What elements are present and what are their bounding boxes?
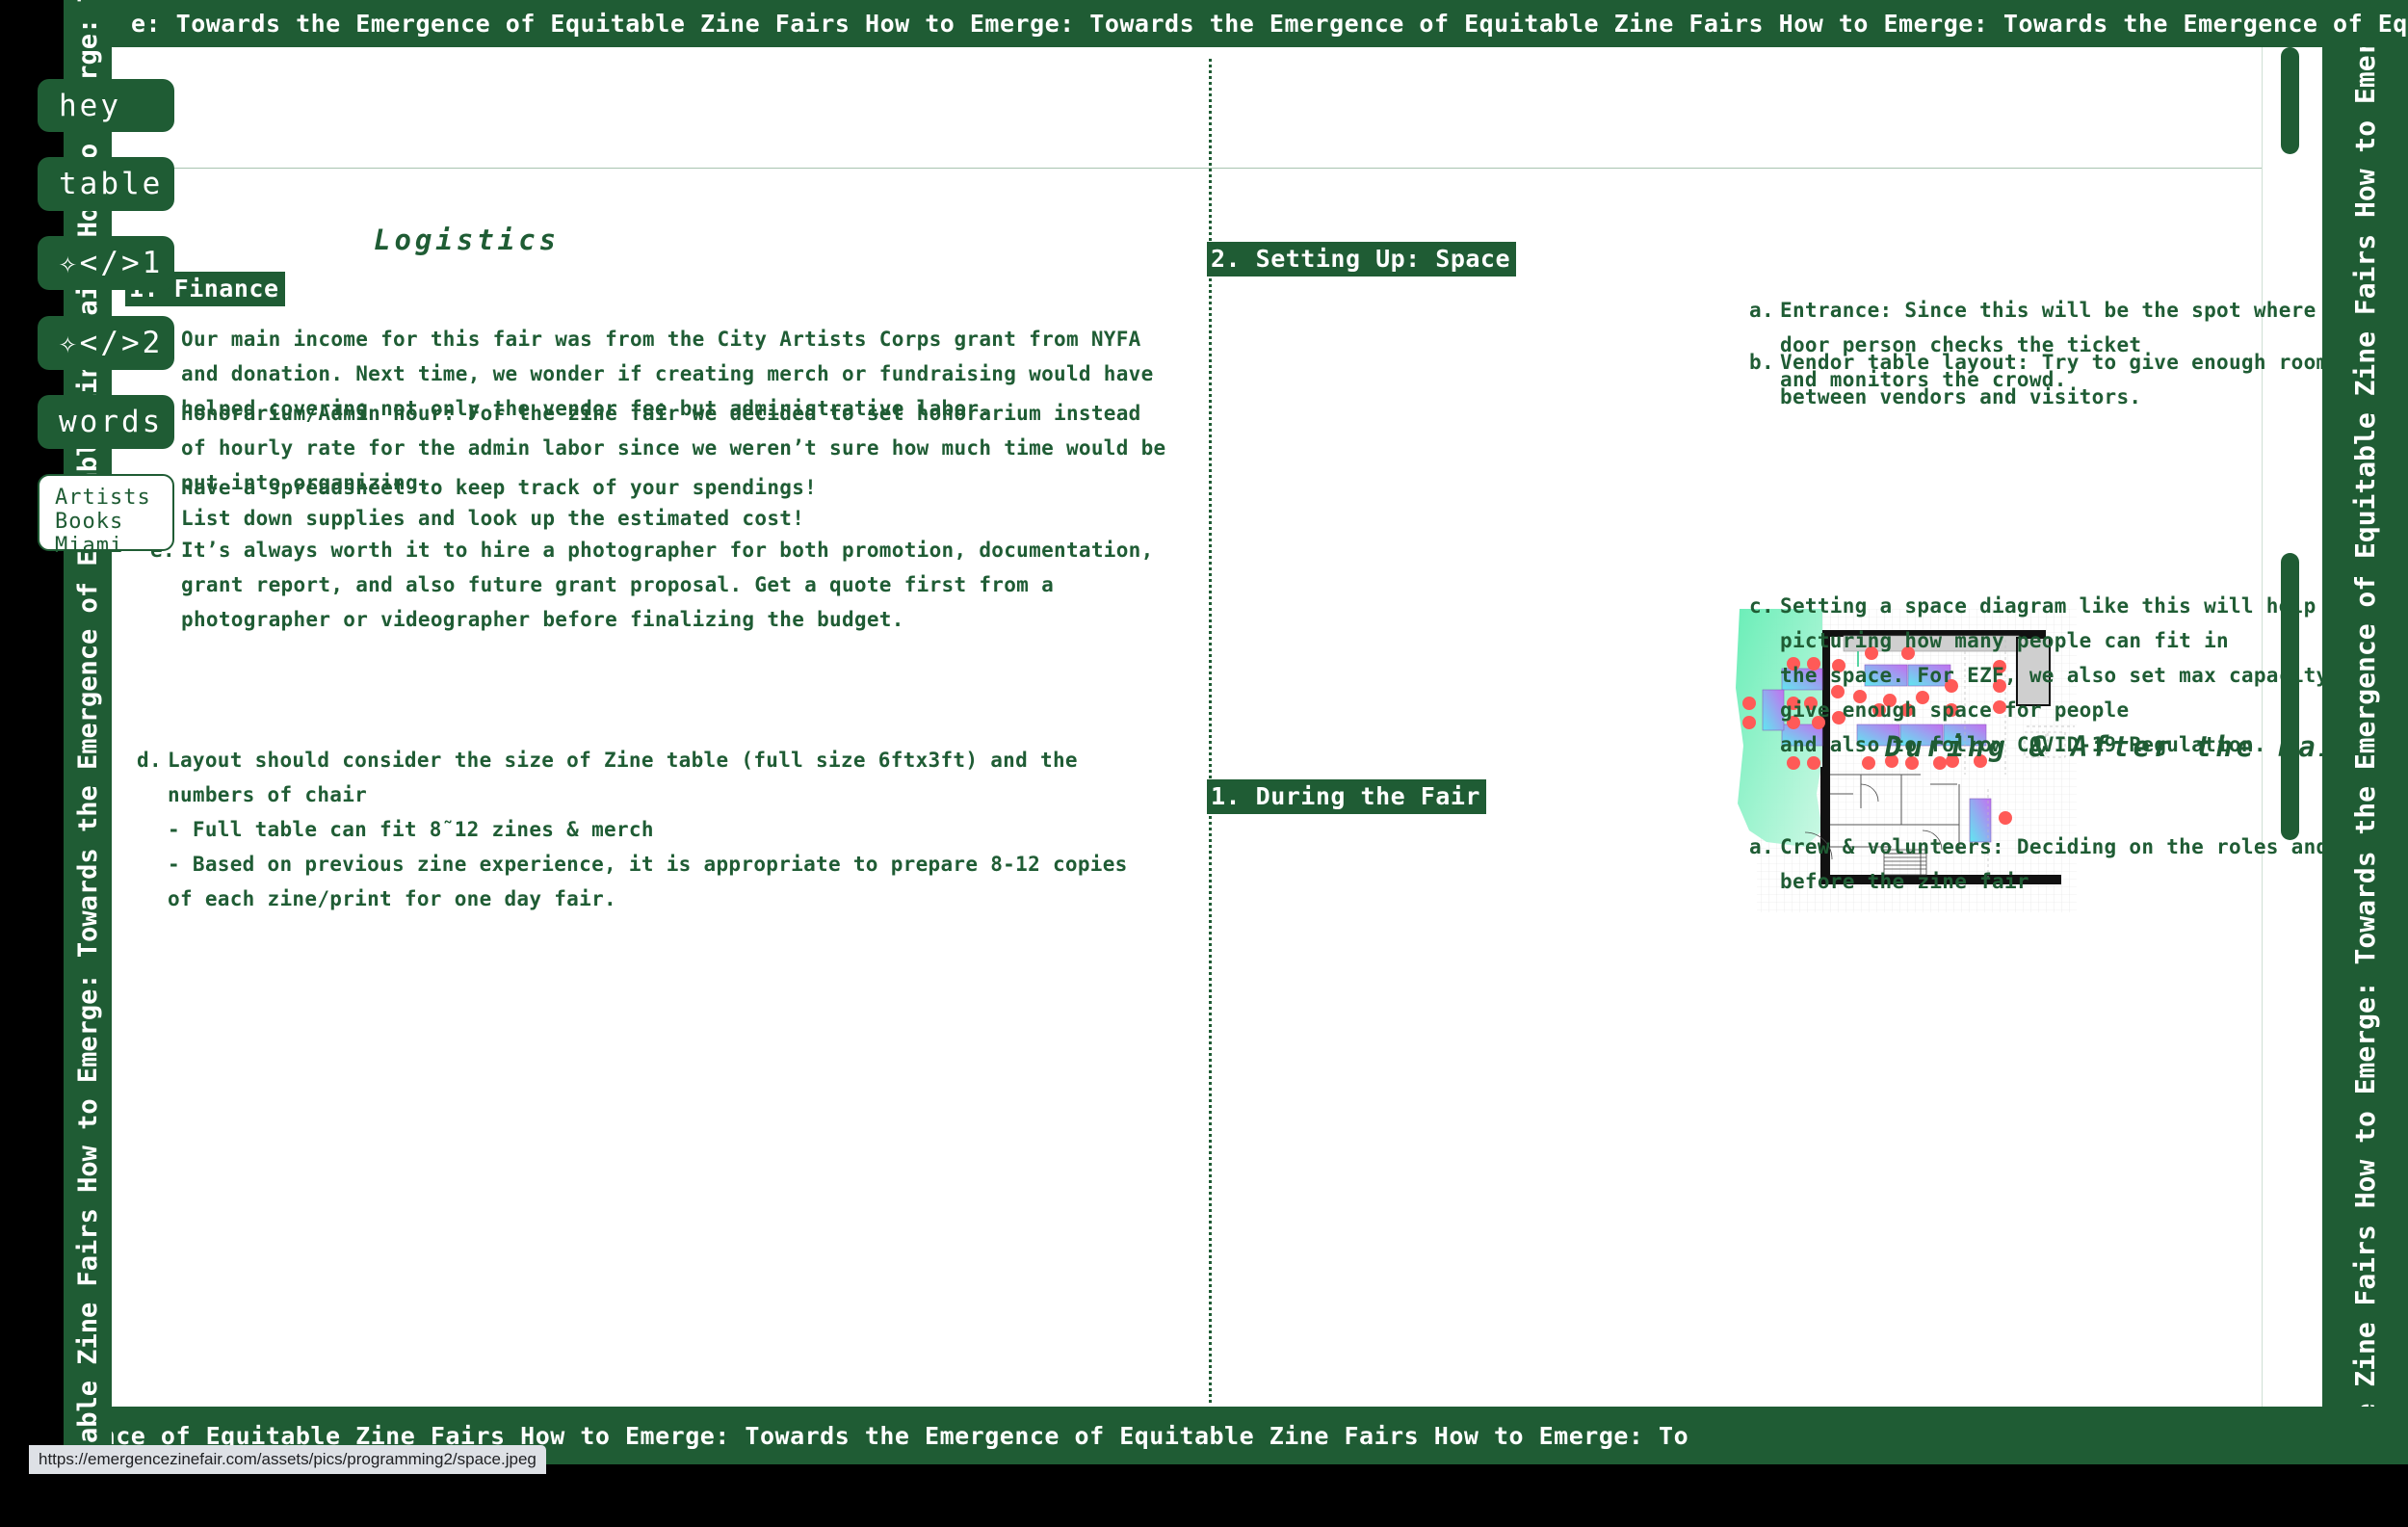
list-line: numbers of chair <box>168 783 368 806</box>
sidebar-button-table-label: table <box>59 167 164 201</box>
list-item: d. List down supplies and look up the es… <box>150 501 1171 536</box>
list-subline: - Full table can fit 8˜12 zines & merch <box>168 818 654 841</box>
sidebar-button-hey[interactable]: hey <box>38 79 174 132</box>
list-marker: b. <box>1749 351 1774 374</box>
list-line: Layout should consider the size of Zine … <box>168 749 1078 772</box>
list-line: Crew & volunteers: Deciding on the roles… <box>1780 835 2322 893</box>
sidebar-tooltip: Artists Books Miami <box>38 474 174 558</box>
left-vertical-marquee-text: How to Emerge: Towards the Emergence of … <box>73 0 103 1464</box>
list-item: c. Have a spreadsheet to keep track of y… <box>150 470 1171 505</box>
logistics-section-title: Logistics <box>374 224 561 256</box>
sidebar-button-code-1[interactable]: ✧</>1 <box>38 236 174 290</box>
status-bar-url: https://emergencezinefair.com/assets/pic… <box>29 1445 546 1474</box>
left-vertical-marquee: How to Emerge: Towards the Emergence of … <box>64 0 114 1464</box>
list-marker: c. <box>1749 594 1774 618</box>
list-item: a. Crew & volunteers: Deciding on the ro… <box>1749 829 2322 899</box>
right-column: 2. Setting Up: Space a. Entrance: Since … <box>1207 47 2322 1407</box>
top-marquee-bar: e: Towards the Emergence of Equitable Zi… <box>112 0 2408 47</box>
list-line: List down supplies and look up the estim… <box>181 507 805 530</box>
list-line: Our main income for this fair was from t… <box>181 328 1141 351</box>
sidebar-button-code-1-label: ✧</>1 <box>59 246 164 280</box>
sidebar-button-words[interactable]: words <box>38 395 174 449</box>
left-column: Logistics 1. Finance a. Our main income … <box>112 47 1209 1407</box>
scrollbar-thumb-top[interactable] <box>2281 47 2299 154</box>
list-item: d. Layout should consider the size of Zi… <box>137 743 1177 916</box>
during-the-fair-heading: 1. During the Fair <box>1207 779 1486 814</box>
list-marker: a. <box>1749 299 1774 322</box>
list-item: e. It’s always worth it to hire a photog… <box>150 533 1171 637</box>
list-item: b. Vendor table layout: Try to give enou… <box>1749 345 2322 414</box>
list-line: grant report, and also future grant prop… <box>181 573 1055 596</box>
list-line: of hourly rate for the admin labor since… <box>181 436 1166 460</box>
list-line: Have a spreadsheet to keep track of your… <box>181 476 818 499</box>
sidebar-tooltip-line-3: Miami <box>55 534 124 558</box>
space-heading: 2. Setting Up: Space <box>1207 242 1517 276</box>
sidebar-tooltip-line-1: Artists <box>55 486 151 510</box>
sidebar-button-code-2[interactable]: ✧</>2 <box>38 316 174 370</box>
sidebar-button-code-2-label: ✧</>2 <box>59 326 164 360</box>
list-line: It’s always worth it to hire a photograp… <box>181 539 1154 562</box>
top-marquee-text: e: Towards the Emergence of Equitable Zi… <box>131 10 2408 38</box>
during-after-section-title: During & After the Fair <box>1885 730 2322 763</box>
list-line: Setting a space diagram like this will h… <box>1780 594 2316 652</box>
page-content: Logistics 1. Finance a. Our main income … <box>112 47 2322 1407</box>
list-marker: a. <box>1749 835 1774 858</box>
list-line: photographer or videographer before fina… <box>181 608 904 631</box>
list-line: Honorarium/Admin hour: For the zine fair… <box>181 402 1141 425</box>
list-line: of each zine/print for one day fair. <box>168 887 616 910</box>
sidebar-button-table[interactable]: table <box>38 157 174 211</box>
list-line: the space. For EZF, we also set max capa… <box>1780 664 2322 722</box>
sidebar-tooltip-line-2: Books <box>55 510 124 534</box>
browser-viewport: How to Emerge: Towards the Emergence of … <box>0 0 2408 1527</box>
list-subline: - Based on previous zine experience, it … <box>168 853 1128 876</box>
sidebar-button-words-label: words <box>59 405 164 439</box>
right-vertical-marquee-text: Equitable Zine Fairs How to Emerge: Towa… <box>2349 0 2381 1464</box>
list-marker: d. <box>137 749 162 772</box>
status-bar-url-text: https://emergencezinefair.com/assets/pic… <box>39 1450 537 1468</box>
list-line: Vendor table layout: Try to give enough … <box>1780 351 2322 408</box>
right-vertical-marquee: Equitable Zine Fairs How to Emerge: Towa… <box>2322 0 2408 1464</box>
sidebar-button-hey-label: hey <box>59 88 121 123</box>
list-line: and donation. Next time, we wonder if cr… <box>181 362 1154 385</box>
